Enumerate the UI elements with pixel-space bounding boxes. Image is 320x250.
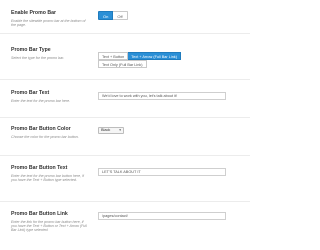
promo-bar-button-text-row: Promo Bar Button Text Enter the text for… — [0, 156, 250, 202]
promo-bar-settings: Enable Promo Bar Enable the sitewide pro… — [0, 0, 250, 250]
promo-bar-button-text-input[interactable]: LET'S TALK ABOUT IT — [98, 168, 226, 176]
type-text-only-option[interactable]: Text Only (Full Bar Link) — [98, 60, 147, 68]
promo-bar-type-selector[interactable]: Text + Button Text + Arrow (Full Bar Lin… — [98, 52, 238, 68]
promo-bar-button-color-row: Promo Bar Button Color Choose the color … — [0, 118, 250, 156]
button-color-select[interactable]: Black ▾ — [98, 127, 124, 134]
promo-bar-button-text-label: Promo Bar Button Text — [11, 165, 68, 171]
promo-bar-button-link-description: Enter the link for the promo bar button … — [11, 219, 87, 233]
promo-bar-type-row: Promo Bar Type Select the type for the p… — [0, 34, 250, 80]
promo-bar-text-input[interactable]: We'd love to work with you, let's talk a… — [98, 92, 226, 100]
promo-bar-button-color-description: Choose the color for the promo bar butto… — [11, 134, 79, 139]
enable-promo-bar-description: Enable the sitewide promo bar at the bot… — [11, 18, 86, 27]
promo-bar-button-link-label: Promo Bar Button Link — [11, 211, 68, 217]
enable-promo-bar-label: Enable Promo Bar — [11, 10, 56, 16]
promo-bar-text-label: Promo Bar Text — [11, 90, 50, 96]
promo-bar-button-link-input[interactable]: /pages/contact/ — [98, 212, 226, 220]
promo-bar-button-color-label: Promo Bar Button Color — [11, 126, 71, 132]
promo-bar-button-link-row: Promo Bar Button Link Enter the link for… — [0, 202, 250, 250]
promo-bar-button-text-description: Enter the text for the promo bar button … — [11, 173, 84, 182]
type-text-button-option[interactable]: Text + Button — [98, 52, 129, 60]
promo-bar-type-description: Select the type for the promo bar. — [11, 55, 65, 60]
button-color-selected-value: Black — [101, 128, 111, 132]
type-text-arrow-option[interactable]: Text + Arrow (Full Bar Link) — [128, 52, 181, 60]
chevron-down-icon: ▾ — [119, 128, 121, 132]
promo-bar-type-label: Promo Bar Type — [11, 47, 51, 53]
toggle-on-button[interactable]: On — [98, 11, 114, 20]
promo-bar-text-row: Promo Bar Text Enter the text for the pr… — [0, 80, 250, 118]
toggle-off-button[interactable]: Off — [113, 11, 128, 20]
enable-promo-bar-row: Enable Promo Bar Enable the sitewide pro… — [0, 0, 250, 34]
enable-promo-bar-toggle[interactable]: On Off — [98, 11, 128, 20]
promo-bar-text-description: Enter the text for the promo bar here. — [11, 98, 71, 103]
